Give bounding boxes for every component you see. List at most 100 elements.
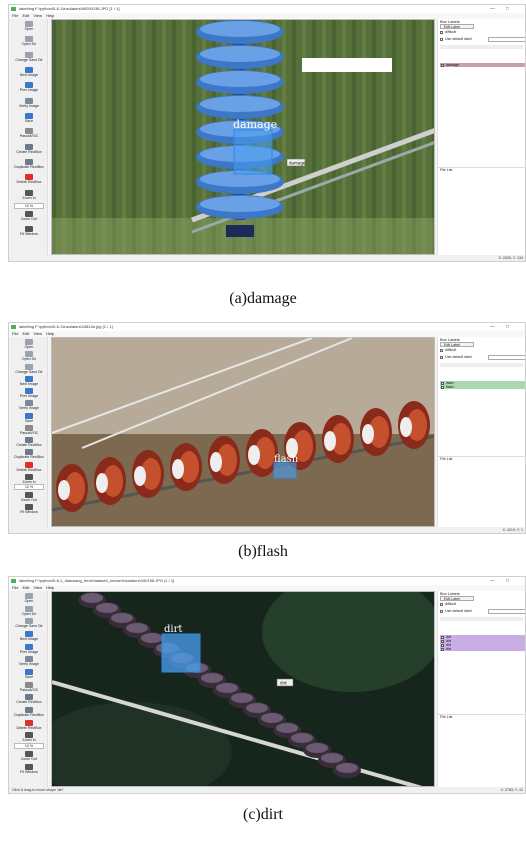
- menu-view[interactable]: View: [33, 585, 42, 590]
- create-rectbox-button[interactable]: Create RectBox: [10, 143, 48, 155]
- menu-edit[interactable]: Edit: [22, 585, 29, 590]
- zoom-value-input[interactable]: 10 %: [14, 484, 44, 491]
- difficult-label: difficult: [445, 602, 457, 606]
- save-button[interactable]: Save: [10, 412, 48, 424]
- label-checkbox-icon[interactable]: [441, 385, 444, 389]
- window-title: labelImg F:\python\5-6-1_dianwang_fenxi\…: [19, 578, 175, 583]
- app-icon: [11, 579, 16, 583]
- label-list-text: flash: [446, 385, 454, 389]
- fit-window-button[interactable]: Fit Window: [10, 226, 48, 237]
- next-image-button[interactable]: Next Image: [10, 67, 48, 78]
- label-checkbox-icon[interactable]: [441, 647, 444, 651]
- zoom-out-button[interactable]: Zoom Out: [10, 492, 48, 503]
- image-canvas[interactable]: flash: [51, 337, 435, 527]
- change-save-dir-button[interactable]: Change Save Dir: [10, 363, 48, 375]
- duplicate-rectbox-button[interactable]: Duplicate RectBox: [10, 159, 48, 170]
- zoom-value-input[interactable]: 10 %: [14, 743, 44, 749]
- bounding-box[interactable]: [233, 129, 273, 175]
- menu-help[interactable]: Help: [46, 13, 54, 18]
- window-title-bar[interactable]: labelImg F:\python\5-6-1\insulators\9000…: [9, 5, 525, 13]
- zoom-value-input[interactable]: 10 %: [14, 203, 44, 209]
- maximize-icon[interactable]: □: [506, 323, 509, 331]
- difficult-checkbox[interactable]: difficult: [440, 30, 456, 35]
- image-canvas[interactable]: damage damage: [51, 19, 435, 255]
- minimize-icon[interactable]: —: [490, 5, 495, 13]
- maximize-icon[interactable]: □: [506, 5, 509, 13]
- pascalvoc-button[interactable]: PascalVOC: [10, 681, 48, 693]
- tool-label: Verify Image: [19, 662, 39, 667]
- minimize-icon[interactable]: —: [490, 323, 495, 331]
- window-title-bar[interactable]: labelImg F:\python\5-6-1\insulators\1581…: [9, 323, 525, 331]
- difficult-checkbox[interactable]: difficult: [440, 602, 456, 607]
- difficult-checkbox[interactable]: difficult: [440, 348, 456, 353]
- pascalvoc-button[interactable]: PascalVOC: [10, 128, 48, 139]
- default-label-input[interactable]: [488, 355, 525, 360]
- use-default-label-checkbox[interactable]: Use default label: [440, 355, 472, 360]
- prev-image-button[interactable]: Prev Image: [10, 643, 48, 655]
- save-button[interactable]: Save: [10, 669, 48, 680]
- menu-edit[interactable]: Edit: [22, 331, 29, 336]
- delete-rectbox-button[interactable]: Delete RectBox: [10, 461, 48, 473]
- default-label-input[interactable]: [488, 37, 525, 42]
- open-dir-button[interactable]: Open Dir: [10, 36, 48, 47]
- edit-label-button[interactable]: Edit Label: [440, 596, 474, 601]
- fit-window-button[interactable]: Fit Window: [10, 504, 48, 515]
- menu-help[interactable]: Help: [46, 331, 54, 336]
- use-default-label-checkbox[interactable]: Use default label: [440, 609, 472, 614]
- window-title-bar[interactable]: labelImg F:\python\5-6-1_dianwang_fenxi\…: [9, 577, 525, 585]
- default-label-input[interactable]: [488, 609, 525, 614]
- caption-damage: (a)damage: [229, 290, 297, 307]
- checkbox-icon: [440, 602, 443, 606]
- zoom-in-button[interactable]: Zoom In: [10, 189, 48, 201]
- next-image-button[interactable]: Next Image: [10, 375, 48, 387]
- delete-rectbox-button[interactable]: Delete RectBox: [10, 174, 48, 185]
- menu-edit[interactable]: Edit: [22, 13, 29, 18]
- open-dir-button[interactable]: Open Dir: [10, 605, 48, 617]
- label-checkbox-icon[interactable]: [441, 63, 444, 67]
- prev-image-button[interactable]: Prev Image: [10, 82, 48, 93]
- create-rectbox-button[interactable]: Create RectBox: [10, 694, 48, 705]
- menu-view[interactable]: View: [33, 331, 42, 336]
- maximize-icon[interactable]: □: [506, 577, 509, 585]
- delete-rectbox-button[interactable]: Delete RectBox: [10, 719, 48, 731]
- label-list-item[interactable]: dirt: [440, 647, 525, 651]
- bounding-box[interactable]: [273, 462, 297, 479]
- cursor-coordinates: X: 2783; Y: 12: [500, 788, 523, 792]
- app-icon: [11, 7, 16, 11]
- bounding-box[interactable]: [161, 633, 201, 673]
- menu-help[interactable]: Help: [46, 585, 54, 590]
- open-button[interactable]: Open: [10, 21, 48, 32]
- change-save-dir-button[interactable]: Change Save Dir: [10, 618, 48, 629]
- save-button[interactable]: Save: [10, 113, 48, 124]
- verify-image-button[interactable]: Verify Image: [10, 656, 48, 667]
- tool-label: Prev Image: [19, 88, 39, 93]
- duplicate-rectbox-button[interactable]: Duplicate RectBox: [10, 707, 48, 718]
- label-list-item[interactable]: damage: [440, 63, 525, 67]
- edit-label-button[interactable]: Edit Label: [440, 24, 474, 29]
- open-button[interactable]: Open: [10, 339, 48, 350]
- pascalvoc-button[interactable]: PascalVOC: [10, 424, 48, 436]
- tool-label: Prev Image: [19, 394, 39, 399]
- open-button[interactable]: Open: [10, 593, 48, 604]
- menu-view[interactable]: View: [33, 13, 42, 18]
- edit-label-button[interactable]: Edit Label: [440, 342, 474, 347]
- verify-image-button[interactable]: Verify Image: [10, 400, 48, 411]
- verify-image-button[interactable]: Verify Image: [10, 97, 48, 109]
- open-dir-button[interactable]: Open Dir: [10, 351, 48, 362]
- create-rectbox-button[interactable]: Create RectBox: [10, 437, 48, 448]
- zoom-out-button[interactable]: Zoom Out: [10, 211, 48, 222]
- change-save-dir-button[interactable]: Change Save Dir: [10, 51, 48, 63]
- duplicate-rectbox-button[interactable]: Duplicate RectBox: [10, 449, 48, 460]
- menu-file[interactable]: File: [12, 331, 18, 336]
- use-default-label-checkbox[interactable]: Use default label: [440, 37, 472, 42]
- zoom-in-button[interactable]: Zoom In: [10, 732, 48, 743]
- menu-file[interactable]: File: [12, 585, 18, 590]
- menu-file[interactable]: File: [12, 13, 18, 18]
- fit-window-button[interactable]: Fit Window: [10, 763, 48, 775]
- minimize-icon[interactable]: —: [490, 577, 495, 585]
- prev-image-button[interactable]: Prev Image: [10, 388, 48, 399]
- image-canvas[interactable]: dirt dirt: [51, 591, 435, 787]
- next-image-button[interactable]: Next Image: [10, 631, 48, 642]
- label-list-item[interactable]: flash: [440, 385, 525, 389]
- zoom-out-button[interactable]: Zoom Out: [10, 751, 48, 762]
